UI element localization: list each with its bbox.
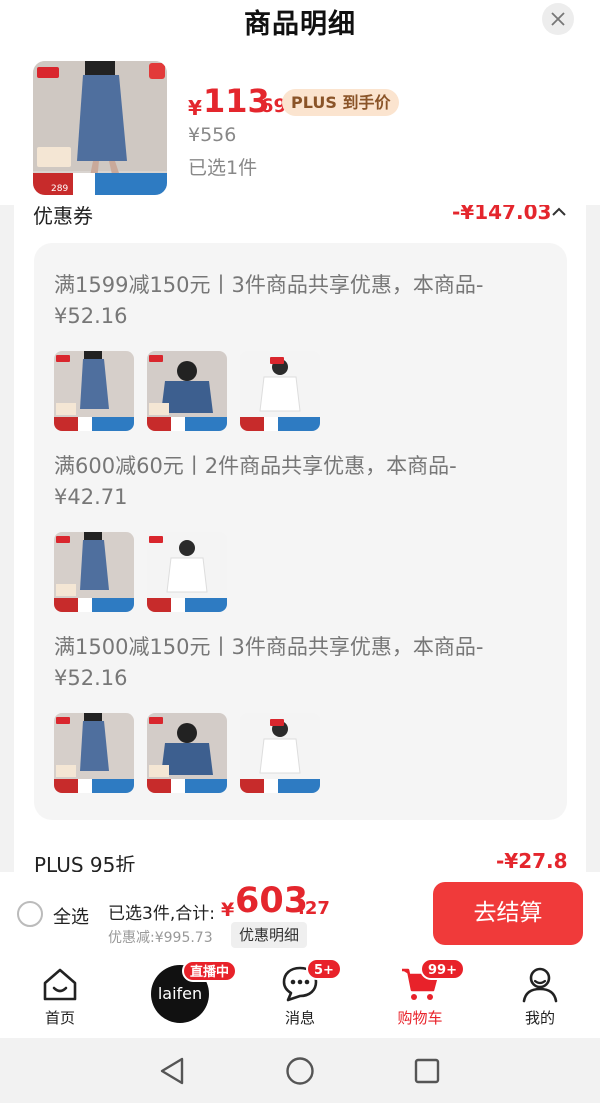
jeans-thumbnail[interactable] [54,351,134,431]
coupon-group-text: 满1500减150元丨3件商品共享优惠，本商品-¥52.16 [54,635,484,690]
price-symbol: ¥ [188,96,202,120]
back-icon[interactable] [158,1056,186,1086]
tab-profile[interactable]: 我的 [480,954,600,1038]
profile-icon [522,967,558,1003]
coupon-amount: -¥147.03 [452,205,552,224]
selected-count: 已选1件 [188,157,258,179]
home-circle-icon[interactable] [285,1056,315,1086]
chevron-up-icon[interactable] [550,205,568,221]
denim-jacket-thumbnail[interactable] [147,351,227,431]
total-decimal: .27 [298,898,330,919]
select-all-checkbox[interactable] [17,901,43,927]
coupon-group-text: 满600减60元丨2件商品共享优惠，本商品-¥42.71 [54,454,457,509]
tshirt-thumbnail[interactable] [240,713,320,793]
cart-badge: 99+ [420,958,465,980]
sheet-title: 商品明细 [244,9,356,40]
home-icon [43,968,77,1001]
tshirt-thumbnail[interactable] [147,532,227,612]
tab-home[interactable]: 首页 [0,954,120,1038]
jeans-thumbnail[interactable] [54,532,134,612]
recents-icon[interactable] [413,1057,441,1085]
tab-home-label: 首页 [44,1009,75,1027]
original-price: ¥556 [188,124,237,146]
tab-live[interactable]: laifen 直播中 [120,954,240,1038]
bottom-tab-bar: 首页 laifen 直播中 5+ 消息 99+ 购物车 我的 [0,954,600,1038]
tab-messages[interactable]: 5+ 消息 [240,954,360,1038]
tshirt-thumbnail[interactable] [240,351,320,431]
plus-price-badge: PLUS 到手价 [282,89,400,116]
close-icon [551,12,565,26]
tab-cart-label: 购物车 [397,1009,443,1027]
checkout-bar: 全选 已选3件,合计: ¥ 603 .27 优惠减:¥995.73 优惠明细 去… [0,872,600,954]
svg-text:289: 289 [51,184,68,194]
close-button[interactable] [542,3,574,35]
discount-detail-panel[interactable]: 优惠券 -¥147.03 满1599减150元丨3件商品共享优惠，本商品-¥52… [14,205,586,875]
tab-profile-label: 我的 [524,1009,555,1027]
denim-jacket-thumbnail[interactable] [147,713,227,793]
total-symbol: ¥ [221,899,235,921]
system-navigation-bar [0,1038,600,1103]
coupon-group-text: 满1599减150元丨3件商品共享优惠，本商品-¥52.16 [54,273,484,328]
product-detail-header: 商品明细 289 ¥ 113 .69 PLUS 到手价 ¥556 已选1件 [0,0,600,205]
product-thumbnail[interactable]: 289 [33,61,167,195]
message-badge: 5+ [306,958,342,980]
checkout-button[interactable]: 去结算 [433,882,583,945]
discount-total: 优惠减:¥995.73 [108,930,213,946]
coupon-groups: 满1599减150元丨3件商品共享优惠，本商品-¥52.16 满600减60元丨… [34,243,567,820]
jeans-thumbnail[interactable] [54,713,134,793]
discount-detail-button[interactable]: 优惠明细 [231,922,308,948]
selected-summary: 已选3件,合计: [108,904,215,924]
live-badge: 直播中 [182,960,238,982]
plus-discount-amount: -¥27.8 [496,849,568,873]
coupon-title: 优惠券 [33,205,93,228]
tab-cart[interactable]: 99+ 购物车 [360,954,480,1038]
select-all-label[interactable]: 全选 [53,903,89,929]
tab-messages-label: 消息 [284,1009,315,1027]
